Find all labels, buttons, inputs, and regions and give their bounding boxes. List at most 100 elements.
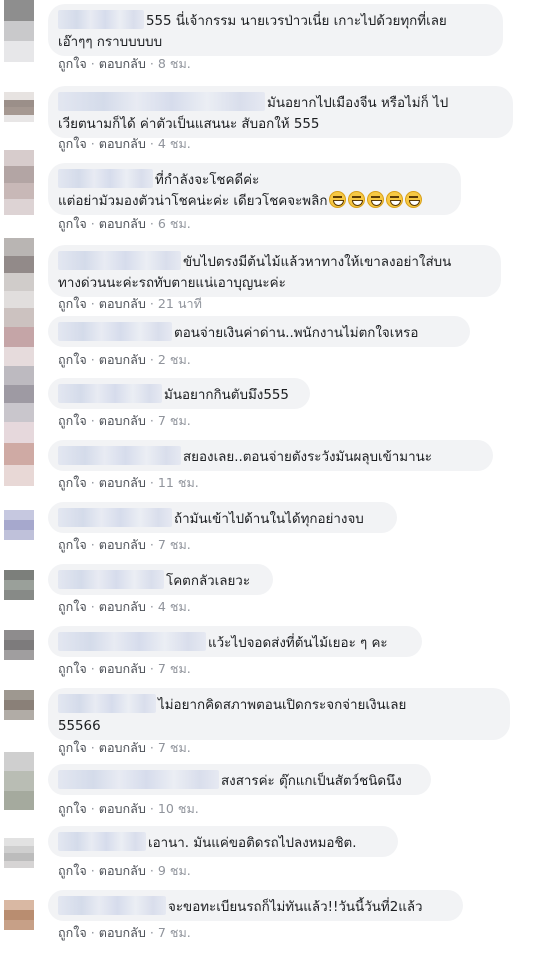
comment-text: โคตกลัวเลยวะ	[166, 574, 251, 589]
author-name-redacted[interactable]	[58, 92, 265, 111]
author-name-redacted[interactable]	[58, 508, 172, 527]
separator-dot: ·	[149, 599, 154, 614]
comment-text: เอ๊าๆๆ กราบบบบบ	[58, 35, 163, 50]
avatar[interactable]	[4, 752, 34, 810]
comment-timestamp[interactable]: 9 ชม.	[158, 863, 191, 878]
separator-dot: ·	[90, 475, 95, 490]
separator-dot: ·	[149, 925, 154, 940]
comment-text: ถ้ามันเข้าไปด้านในได้ทุกอย่างจบ	[174, 512, 364, 527]
comment-timestamp[interactable]: 7 ชม.	[158, 413, 191, 428]
avatar[interactable]	[4, 510, 34, 540]
author-name-redacted[interactable]	[58, 446, 181, 465]
comment-timestamp[interactable]: 4 ชม.	[158, 599, 191, 614]
separator-dot: ·	[90, 136, 95, 151]
comment-text-line: สยองเลย..ตอนจ่ายตังระวังมันผลุบเข้ามานะ	[58, 446, 481, 468]
avatar[interactable]	[4, 690, 34, 720]
comment-timestamp[interactable]: 2 ชม.	[158, 352, 191, 367]
separator-dot: ·	[90, 413, 95, 428]
reply-link[interactable]: ตอบกลับ	[99, 863, 146, 878]
comment-timestamp[interactable]: 7 ชม.	[158, 537, 191, 552]
like-link[interactable]: ถูกใจ	[58, 216, 87, 231]
author-name-redacted[interactable]	[58, 10, 144, 29]
avatar[interactable]	[4, 630, 34, 660]
comment-timestamp[interactable]: 4 ชม.	[158, 136, 191, 151]
reply-link[interactable]: ตอบกลับ	[99, 296, 146, 311]
author-name-redacted[interactable]	[58, 169, 153, 188]
comment-bubble: โคตกลัวเลยวะ	[48, 564, 273, 595]
reply-link[interactable]: ตอบกลับ	[99, 56, 146, 71]
comment-text-line: เอานา. มันแค่ขอติดรถไปลงหมอชิต.	[58, 832, 386, 854]
like-link[interactable]: ถูกใจ	[58, 661, 87, 676]
comment-actions: ถูกใจ · ตอบกลับ · 7 ชม.	[58, 413, 191, 429]
reply-link[interactable]: ตอบกลับ	[99, 413, 146, 428]
author-name-redacted[interactable]	[58, 632, 206, 651]
like-link[interactable]: ถูกใจ	[58, 863, 87, 878]
avatar[interactable]	[4, 308, 34, 366]
reply-link[interactable]: ตอบกลับ	[99, 537, 146, 552]
reply-link[interactable]: ตอบกลับ	[99, 216, 146, 231]
grinning-emoji-icon	[329, 191, 347, 208]
author-name-redacted[interactable]	[58, 384, 162, 403]
like-link[interactable]: ถูกใจ	[58, 413, 87, 428]
like-link[interactable]: ถูกใจ	[58, 599, 87, 614]
like-link[interactable]: ถูกใจ	[58, 925, 87, 940]
comment-bubble: สงสารค่ะ ตุ๊กแกเป็นสัตว์ชนิดนึง	[48, 764, 431, 795]
reply-link[interactable]: ตอบกลับ	[99, 599, 146, 614]
author-name-redacted[interactable]	[58, 694, 156, 713]
comment-text-line: มันอยากไปเมืองจีน หรือไม่ก็ ไป	[58, 92, 501, 114]
comment-actions: ถูกใจ · ตอบกลับ · 11 ชม.	[58, 475, 199, 491]
like-link[interactable]: ถูกใจ	[58, 56, 87, 71]
comment-timestamp[interactable]: 21 นาที	[158, 296, 202, 311]
comment-actions: ถูกใจ · ตอบกลับ · 8 ชม.	[58, 56, 191, 72]
comment-text: จะขอทะเบียนรถก็ไม่ทันแล้ว!!วันนี้วันที่2…	[168, 900, 423, 915]
author-name-redacted[interactable]	[58, 570, 164, 589]
avatar[interactable]	[4, 570, 34, 600]
comment-timestamp[interactable]: 11 ชม.	[158, 475, 199, 490]
avatar[interactable]	[4, 92, 34, 122]
like-link[interactable]: ถูกใจ	[58, 537, 87, 552]
author-name-redacted[interactable]	[58, 322, 172, 341]
comment-text: ไม่อยากคิดสภาพตอนเปิดกระจกจ่ายเงินเลย	[158, 698, 407, 713]
avatar[interactable]	[4, 422, 34, 486]
comment-text-line: ไม่อยากคิดสภาพตอนเปิดกระจกจ่ายเงินเลย	[58, 694, 498, 716]
comment-text-line: 555 นี่เจ้ากรรม นายเวรป่าวเนี่ย เกาะไปด้…	[58, 10, 491, 32]
like-link[interactable]: ถูกใจ	[58, 740, 87, 755]
like-link[interactable]: ถูกใจ	[58, 296, 87, 311]
grinning-emoji-icon	[386, 191, 404, 208]
author-name-redacted[interactable]	[58, 832, 146, 851]
comment-text-line: โคตกลัวเลยวะ	[58, 570, 261, 592]
avatar[interactable]	[4, 366, 34, 422]
comment-timestamp[interactable]: 6 ชม.	[158, 216, 191, 231]
comment-timestamp[interactable]: 7 ชม.	[158, 740, 191, 755]
reply-link[interactable]: ตอบกลับ	[99, 740, 146, 755]
reply-link[interactable]: ตอบกลับ	[99, 661, 146, 676]
separator-dot: ·	[149, 801, 154, 816]
like-link[interactable]: ถูกใจ	[58, 136, 87, 151]
separator-dot: ·	[90, 863, 95, 878]
avatar[interactable]	[4, 150, 34, 215]
reply-link[interactable]: ตอบกลับ	[99, 475, 146, 490]
reply-link[interactable]: ตอบกลับ	[99, 136, 146, 151]
like-link[interactable]: ถูกใจ	[58, 352, 87, 367]
avatar[interactable]	[4, 900, 34, 930]
author-name-redacted[interactable]	[58, 896, 166, 915]
comment-timestamp[interactable]: 10 ชม.	[158, 801, 199, 816]
author-name-redacted[interactable]	[58, 770, 219, 789]
comment-bubble: มันอยากไปเมืองจีน หรือไม่ก็ ไป เวียตนามก็…	[48, 86, 513, 138]
comment-actions: ถูกใจ · ตอบกลับ · 4 ชม.	[58, 599, 191, 615]
author-name-redacted[interactable]	[58, 251, 181, 270]
comment-timestamp[interactable]: 7 ชม.	[158, 661, 191, 676]
like-link[interactable]: ถูกใจ	[58, 801, 87, 816]
avatar[interactable]	[4, 838, 34, 868]
reply-link[interactable]: ตอบกลับ	[99, 925, 146, 940]
comment-text: ที่กำลังจะโชคดีค่ะ	[155, 173, 260, 188]
comment-timestamp[interactable]: 8 ชม.	[158, 56, 191, 71]
avatar[interactable]	[4, 0, 34, 62]
comment-text-line: สงสารค่ะ ตุ๊กแกเป็นสัตว์ชนิดนึง	[58, 770, 419, 792]
avatar[interactable]	[4, 238, 34, 308]
reply-link[interactable]: ตอบกลับ	[99, 352, 146, 367]
like-link[interactable]: ถูกใจ	[58, 475, 87, 490]
reply-link[interactable]: ตอบกลับ	[99, 801, 146, 816]
separator-dot: ·	[149, 56, 154, 71]
comment-timestamp[interactable]: 7 ชม.	[158, 925, 191, 940]
